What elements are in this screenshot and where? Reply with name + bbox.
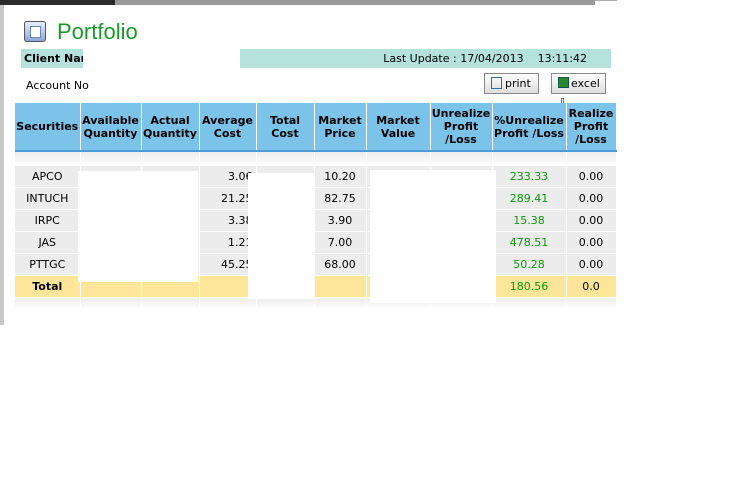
table-cell: 82.75 — [314, 187, 367, 210]
spacer-cell — [256, 297, 315, 310]
portfolio-icon — [24, 21, 46, 42]
table-cell: 15.38 — [492, 209, 567, 232]
spacer-cell — [566, 151, 617, 166]
column-header: Available Quantity — [80, 103, 142, 152]
spacer-cell — [15, 151, 81, 166]
print-label: print — [505, 77, 531, 90]
table-cell: APCO — [15, 166, 81, 188]
excel-button[interactable]: excel ⇩ — [551, 73, 606, 109]
table-cell: 50.28 — [492, 253, 567, 276]
table-cell: INTUCH — [15, 187, 81, 210]
spacer-cell — [80, 151, 142, 166]
spacer-cell — [80, 297, 142, 310]
redacted-area — [78, 171, 198, 282]
spacer-cell — [199, 297, 257, 310]
table-cell: 68.00 — [314, 253, 367, 276]
spacer-cell — [566, 297, 617, 310]
divider — [595, 0, 617, 9]
printer-icon — [491, 77, 502, 89]
redacted-area — [370, 170, 496, 303]
table-cell: 3.90 — [314, 209, 367, 232]
spacer-row — [15, 151, 617, 166]
spacer-cell — [15, 297, 81, 310]
column-header: Realize Profit /Loss — [566, 103, 617, 152]
table-cell: Total — [15, 275, 81, 298]
spacer-cell — [492, 151, 567, 166]
column-header: Unrealize Profit /Loss — [430, 103, 493, 152]
spacer-cell — [256, 151, 315, 166]
table-cell: JAS — [15, 231, 81, 254]
spacer-cell — [314, 151, 367, 166]
last-update: Last Update : 17/04/2013 13:11:42 — [240, 49, 611, 68]
table-cell: 7.00 — [314, 231, 367, 254]
spacer-cell — [199, 151, 257, 166]
account-no-label: Account No — [26, 79, 89, 92]
table-cell: 0.00 — [566, 231, 617, 254]
table-cell: 0.00 — [566, 166, 617, 188]
redacted-area — [248, 173, 314, 299]
table-cell: PTTGC — [15, 253, 81, 276]
column-header: Actual Quantity — [141, 103, 200, 152]
background-image — [0, 0, 115, 5]
column-header: Total Cost — [256, 103, 315, 152]
client-name-label: Client Nam — [21, 49, 83, 68]
spacer-cell — [314, 297, 367, 310]
column-header: Average Cost — [199, 103, 257, 152]
spacer-cell — [492, 297, 567, 310]
table-cell: 289.41 — [492, 187, 567, 210]
table-cell: 180.56 — [492, 275, 567, 298]
column-header: Securities — [15, 103, 81, 152]
excel-icon — [558, 77, 569, 88]
spacer-cell — [366, 151, 431, 166]
spacer-row — [15, 297, 617, 310]
page-title: Portfolio — [57, 19, 138, 44]
table-cell: IRPC — [15, 209, 81, 232]
spacer-cell — [141, 297, 200, 310]
table-cell: 10.20 — [314, 166, 367, 188]
spacer-cell — [430, 151, 493, 166]
column-header: Market Price — [314, 103, 367, 152]
column-header: %Unrealize Profit /Loss — [492, 103, 567, 152]
spacer-cell — [141, 151, 200, 166]
table-cell: 0.0 — [566, 275, 617, 298]
table-cell: 478.51 — [492, 231, 567, 254]
table-cell — [314, 275, 367, 298]
left-border — [0, 5, 4, 325]
table-cell: 0.00 — [566, 209, 617, 232]
table-cell: 0.00 — [566, 187, 617, 210]
column-header: Market Value — [366, 103, 431, 152]
print-button[interactable]: print — [484, 73, 539, 94]
table-cell: 233.33 — [492, 166, 567, 188]
excel-label: excel — [571, 77, 600, 90]
table-cell: 0.00 — [566, 253, 617, 276]
